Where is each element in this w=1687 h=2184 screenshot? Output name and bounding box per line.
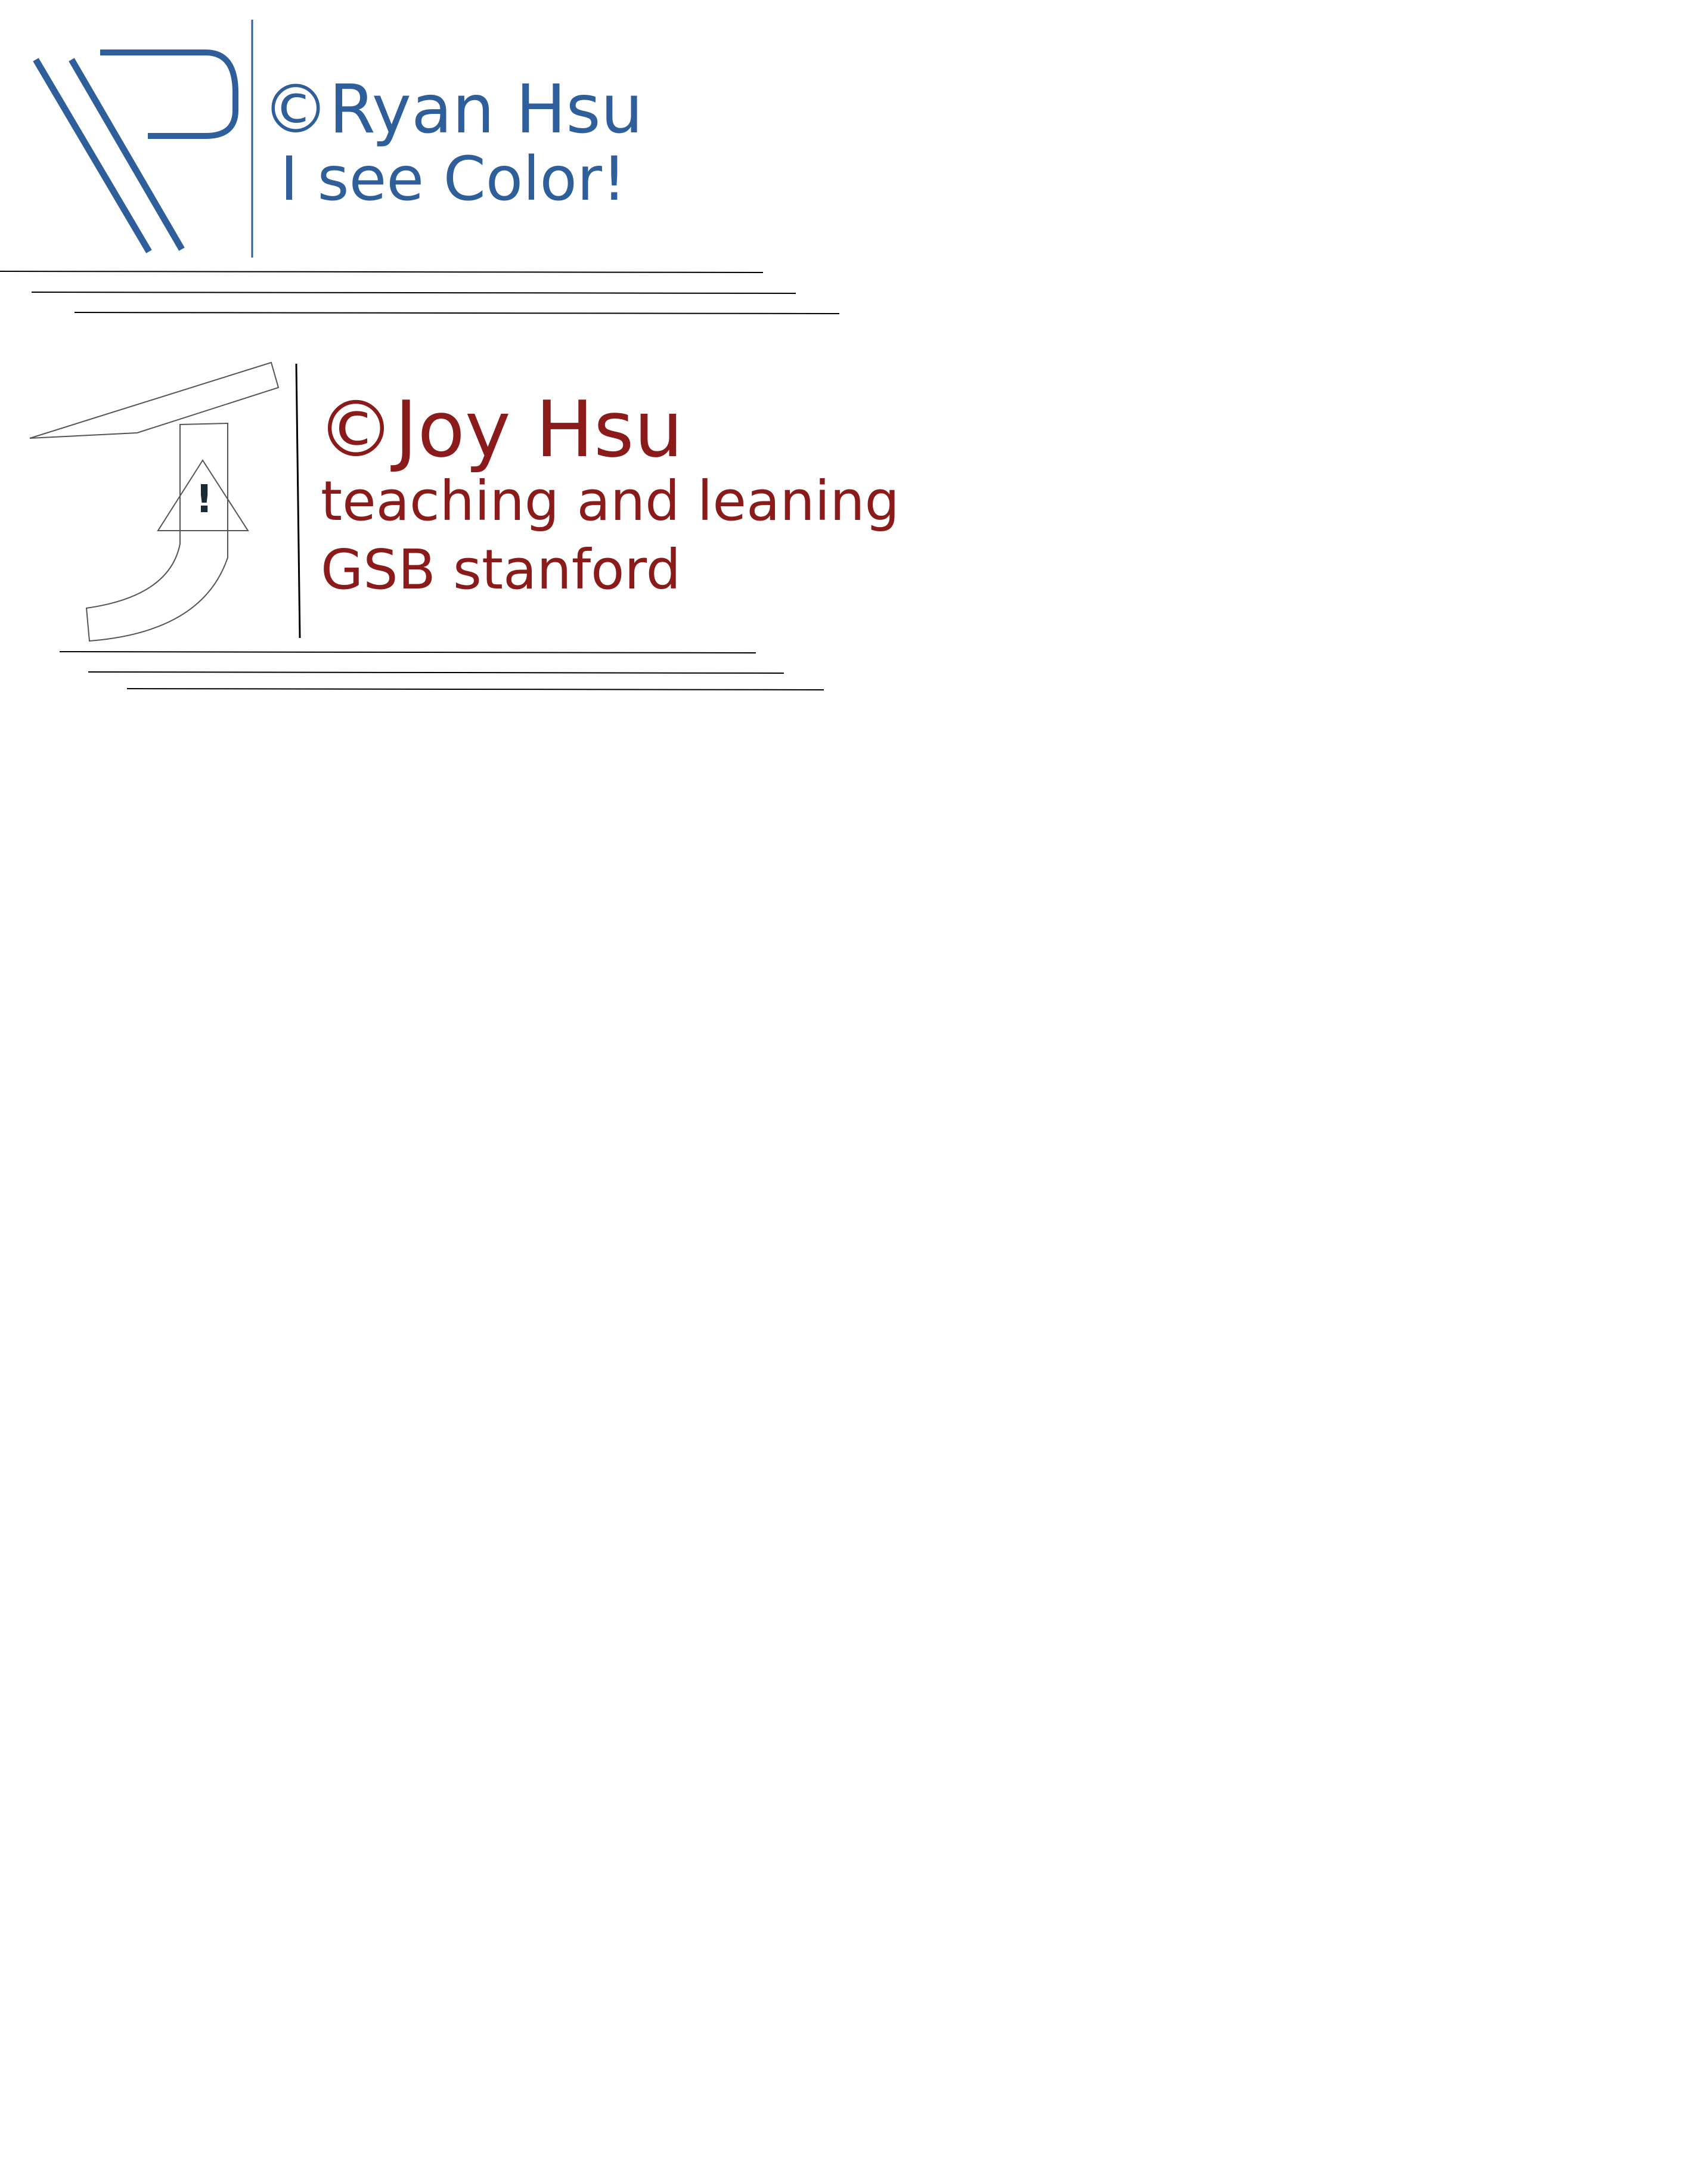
joy-logo-roof	[29, 361, 280, 439]
joy-line-2: GSB stanford	[321, 538, 681, 602]
ryan-tagline: I see Color!	[280, 144, 627, 215]
joy-name: ©Joy Hsu	[317, 384, 684, 475]
joy-line-1: teaching and leaning	[321, 469, 900, 533]
joy-logo-j-hook	[85, 422, 228, 642]
joy-logo-graphic	[29, 361, 824, 690]
joy-underline-3	[126, 688, 824, 690]
page-canvas: ! ©Ryan Hsu I see Color! ©Joy Hsu teachi…	[0, 0, 1687, 2184]
joy-divider	[295, 363, 301, 639]
joy-underline-2	[88, 671, 784, 674]
joy-underline-1	[59, 651, 756, 653]
joy-logo-exclamation: !	[196, 478, 213, 522]
ryan-name: ©Ryan Hsu	[262, 71, 643, 148]
